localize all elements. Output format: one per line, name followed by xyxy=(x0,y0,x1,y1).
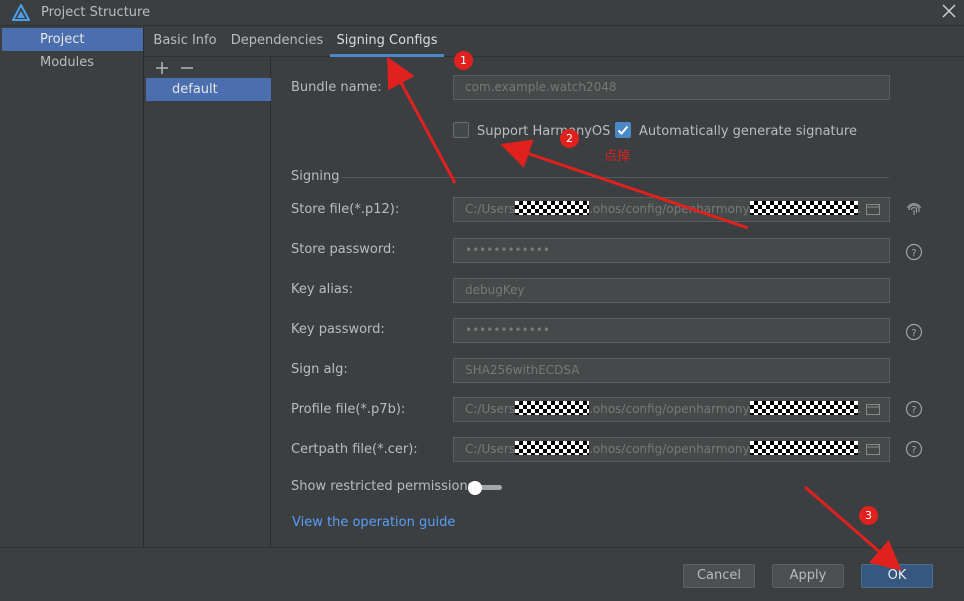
tab-signing-configs[interactable]: Signing Configs xyxy=(330,27,444,57)
key-alias-value: debugKey xyxy=(465,283,525,297)
folder-icon[interactable] xyxy=(866,204,880,215)
annotation-badge-3: 3 xyxy=(859,506,878,525)
annotation-note: 点掉 xyxy=(604,149,631,164)
redacted-block xyxy=(515,441,590,455)
sign-alg-input[interactable]: SHA256withECDSA xyxy=(453,358,890,383)
signing-section-title: Signing xyxy=(291,169,340,184)
annotation-badge-2: 2 xyxy=(560,129,579,148)
redacted-block xyxy=(515,201,590,215)
toggle-knob xyxy=(468,481,482,495)
signing-form: Bundle name: com.example.watch2048 Suppo… xyxy=(272,57,964,547)
sidebar-item-project[interactable]: Project xyxy=(2,28,143,51)
store-file-path-middle: .ohos/config/openharmony xyxy=(589,202,750,216)
svg-text:?: ? xyxy=(911,328,916,339)
svg-text:?: ? xyxy=(911,445,916,456)
key-alias-label: Key alias: xyxy=(291,282,354,297)
help-icon[interactable]: ? xyxy=(905,243,923,261)
apply-button[interactable]: Apply xyxy=(772,564,844,588)
profile-file-path-middle: .ohos/config/openharmony xyxy=(589,402,750,416)
tab-dependencies[interactable]: Dependencies xyxy=(225,27,329,57)
bundle-name-placeholder: com.example.watch2048 xyxy=(465,80,617,94)
certpath-file-input[interactable]: C:/Users .ohos/config/openharmony. xyxy=(453,437,890,462)
tab-label: Basic Info xyxy=(153,33,217,48)
add-icon[interactable] xyxy=(155,61,169,75)
checkmark-icon xyxy=(617,125,629,135)
auto-signature-checkbox[interactable] xyxy=(615,122,631,138)
sign-alg-value: SHA256withECDSA xyxy=(465,363,580,377)
tab-label: Dependencies xyxy=(230,33,324,48)
svg-text:?: ? xyxy=(911,405,916,416)
store-file-input[interactable]: C:/Users .ohos/config/openharmony. xyxy=(453,197,890,222)
section-divider xyxy=(342,177,889,178)
help-icon[interactable]: ? xyxy=(905,400,923,418)
profile-file-label: Profile file(*.p7b): xyxy=(291,402,406,417)
close-icon[interactable] xyxy=(942,4,956,18)
profile-file-path-start: C:/Users xyxy=(465,402,516,416)
sidebar-item-modules[interactable]: Modules xyxy=(2,51,143,74)
certpath-file-label: Certpath file(*.cer): xyxy=(291,442,418,457)
store-password-label: Store password: xyxy=(291,242,396,257)
key-password-label: Key password: xyxy=(291,322,385,337)
button-label: Apply xyxy=(789,568,827,583)
sidebar: Project Modules xyxy=(0,27,144,547)
help-icon[interactable]: ? xyxy=(905,323,923,341)
certpath-file-path-end: . xyxy=(857,442,862,456)
folder-icon[interactable] xyxy=(866,404,880,415)
cancel-button[interactable]: Cancel xyxy=(683,564,755,588)
redacted-block xyxy=(515,401,590,415)
config-item-default[interactable]: default xyxy=(146,78,271,101)
store-file-path-start: C:/Users xyxy=(465,202,516,216)
help-icon[interactable]: ? xyxy=(905,440,923,458)
key-password-input[interactable]: •••••••••••• xyxy=(453,318,890,343)
config-list-pane: default xyxy=(145,57,271,547)
redacted-block xyxy=(749,401,858,415)
profile-file-path-end: . xyxy=(857,402,862,416)
remove-icon[interactable] xyxy=(180,61,194,75)
show-restricted-label: Show restricted permissions xyxy=(291,479,475,494)
store-file-label: Store file(*.p12): xyxy=(291,202,400,217)
show-restricted-toggle[interactable] xyxy=(468,481,502,495)
redacted-block xyxy=(749,201,858,215)
config-item-label: default xyxy=(172,82,218,97)
deveco-logo-icon xyxy=(12,4,30,21)
ok-button[interactable]: OK xyxy=(861,564,933,588)
key-alias-input[interactable]: debugKey xyxy=(453,278,890,303)
svg-text:?: ? xyxy=(911,248,916,259)
sidebar-item-label: Modules xyxy=(40,55,95,70)
sign-alg-label: Sign alg: xyxy=(291,362,348,377)
certpath-file-path-middle: .ohos/config/openharmony xyxy=(589,442,750,456)
store-password-input[interactable]: •••••••••••• xyxy=(453,238,890,263)
redacted-block xyxy=(749,441,858,455)
store-password-value: •••••••••••• xyxy=(465,243,550,257)
tab-basic-info[interactable]: Basic Info xyxy=(145,27,225,57)
sidebar-item-label: Project xyxy=(40,32,85,47)
button-label: OK xyxy=(887,568,907,583)
auto-signature-label: Automatically generate signature xyxy=(639,124,857,139)
operation-guide-link[interactable]: View the operation guide xyxy=(292,515,455,530)
folder-icon[interactable] xyxy=(866,444,880,455)
window-title: Project Structure xyxy=(41,5,151,20)
profile-file-input[interactable]: C:/Users .ohos/config/openharmony. xyxy=(453,397,890,422)
fingerprint-icon[interactable] xyxy=(905,201,923,219)
title-bar: Project Structure xyxy=(0,0,964,26)
support-harmonyos-label: Support HarmonyOS xyxy=(477,124,611,139)
support-harmonyos-checkbox[interactable] xyxy=(453,122,469,138)
certpath-file-path-start: C:/Users xyxy=(465,442,516,456)
bundle-name-label: Bundle name: xyxy=(291,80,382,95)
bundle-name-input[interactable]: com.example.watch2048 xyxy=(453,75,890,100)
store-file-path-end: . xyxy=(857,202,862,216)
annotation-badge-1: 1 xyxy=(454,51,473,70)
button-label: Cancel xyxy=(696,568,742,583)
tab-label: Signing Configs xyxy=(336,33,438,48)
dialog-footer: Cancel Apply OK xyxy=(0,547,964,601)
tab-bar: Basic Info Dependencies Signing Configs xyxy=(145,27,964,57)
key-password-value: •••••••••••• xyxy=(465,323,550,337)
